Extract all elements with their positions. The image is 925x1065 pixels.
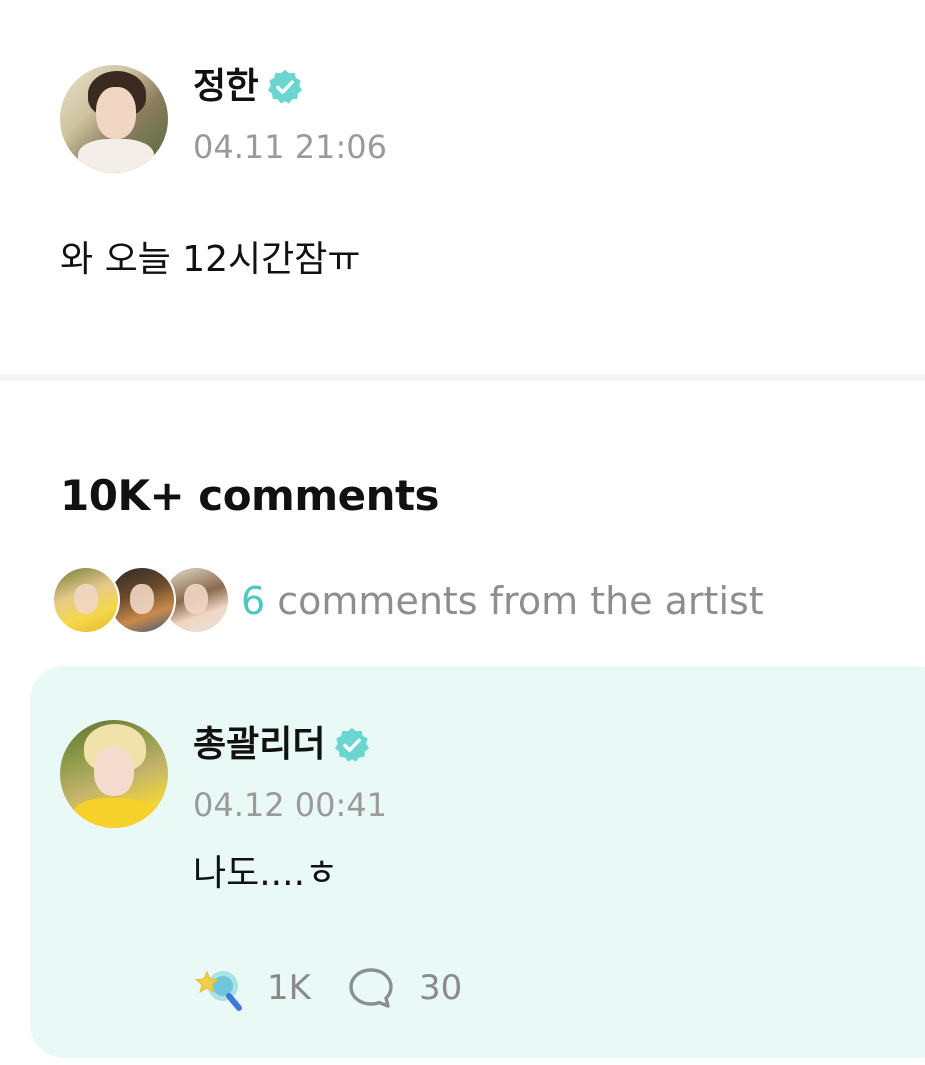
artist-comments-link[interactable]: 6 comments from the artist <box>241 578 764 624</box>
like-button[interactable]: 1K <box>193 962 311 1014</box>
artist-avatars-stack[interactable] <box>52 566 230 634</box>
post-author-name[interactable]: 정한 <box>193 64 259 110</box>
verified-badge-icon <box>335 727 370 762</box>
comment-author-name[interactable]: 총괄리더 <box>193 722 325 768</box>
like-count: 1K <box>267 968 311 1008</box>
artist-avatar <box>52 566 120 634</box>
reply-button[interactable]: 30 <box>345 962 462 1014</box>
comments-count-heading: 10K+ comments <box>60 471 440 520</box>
section-divider <box>0 374 925 381</box>
comment-author-avatar[interactable] <box>60 720 168 828</box>
speech-bubble-icon <box>349 968 393 1008</box>
comment-actions-bar: 1K 30 <box>193 962 496 1014</box>
star-wand-icon <box>194 970 242 1011</box>
comment-author-row[interactable]: 총괄리더 <box>193 722 371 768</box>
post-body-text: 와 오늘 12시간잠ㅠ <box>60 239 361 280</box>
comment-timestamp: 04.12 00:41 <box>193 786 387 824</box>
verified-badge-icon <box>268 69 303 104</box>
reply-count: 30 <box>418 968 463 1008</box>
post-author-avatar[interactable] <box>60 65 168 173</box>
artist-comments-label-text: comments from the artist <box>265 579 764 623</box>
post-timestamp: 04.11 21:06 <box>193 128 387 166</box>
comment-body-text: 나도....ㅎ <box>193 853 339 894</box>
artist-comments-count: 6 <box>241 579 266 623</box>
post-author-row[interactable]: 정한 <box>193 64 304 110</box>
